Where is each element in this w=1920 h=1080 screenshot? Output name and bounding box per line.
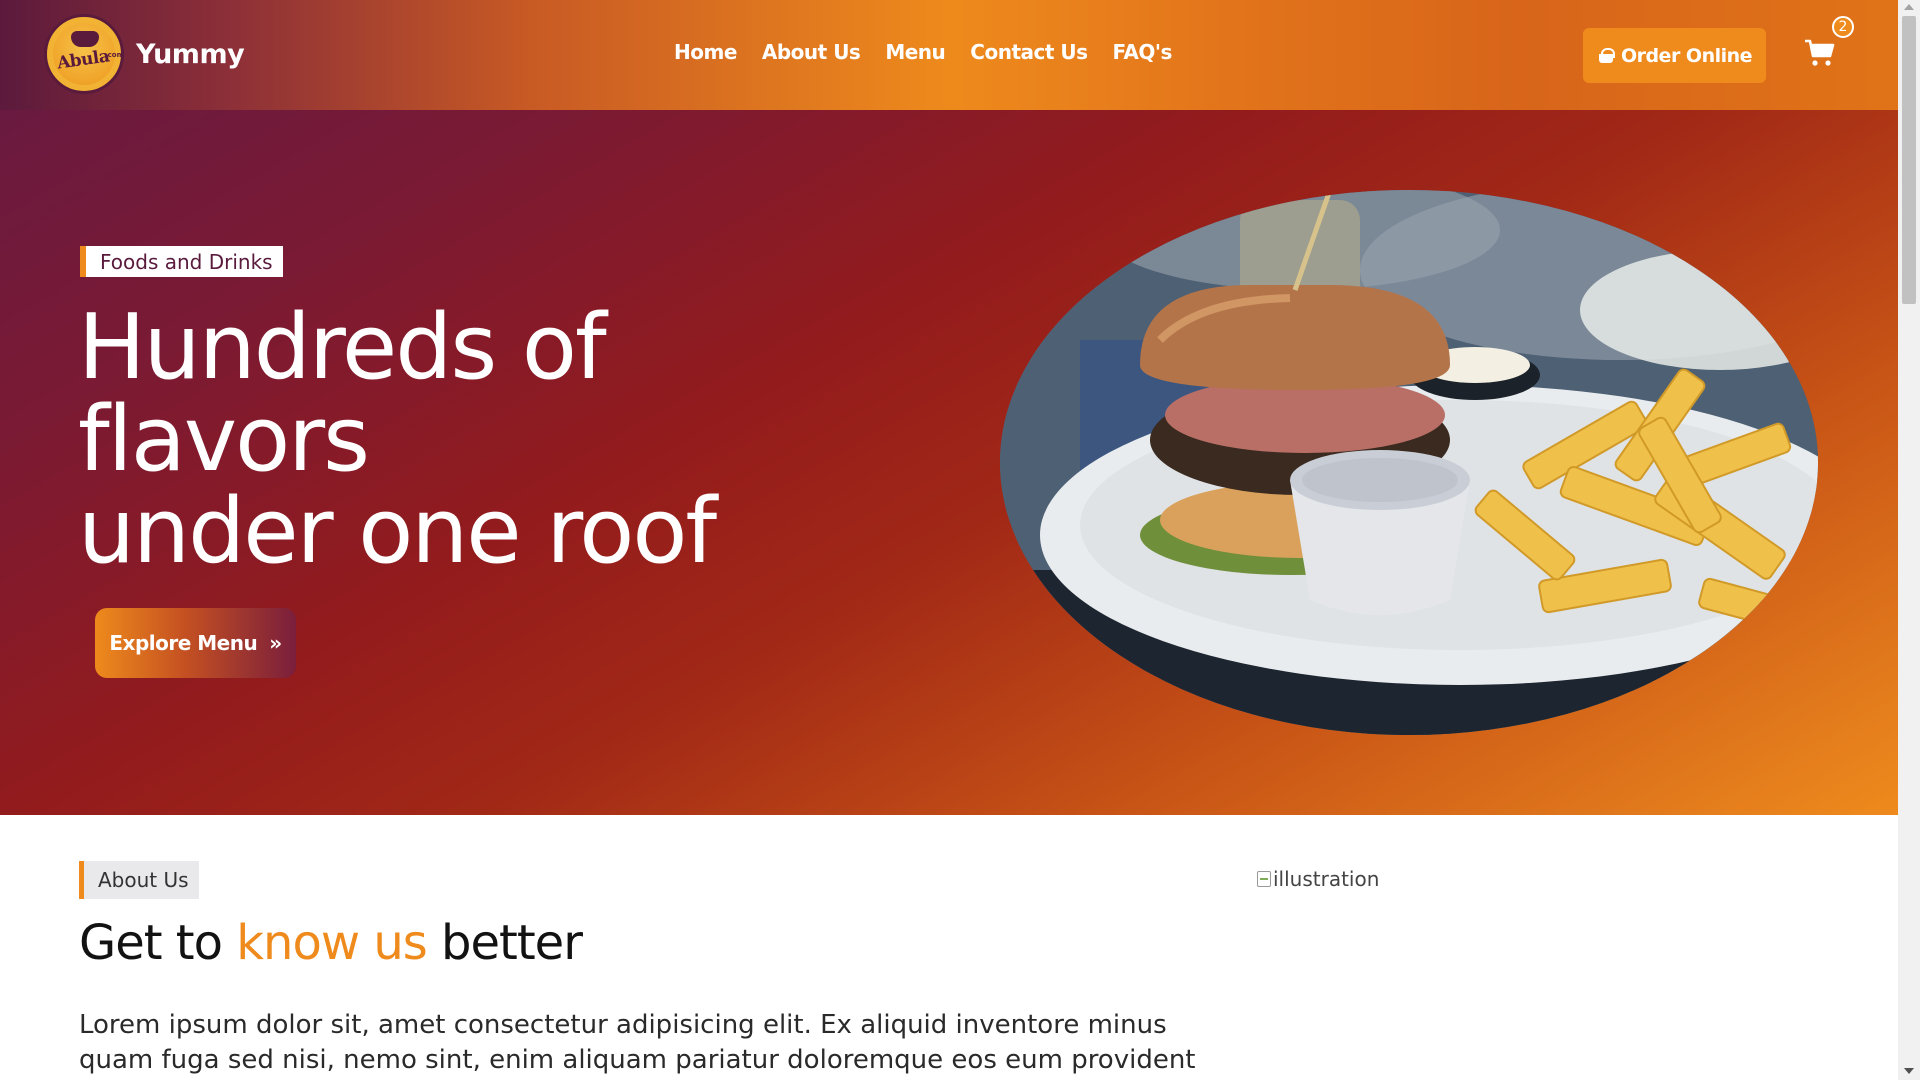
nav-link-home[interactable]: Home [674,40,737,64]
nav-link-menu[interactable]: Menu [885,40,945,64]
illustration-alt-text: illustration [1273,867,1380,891]
about-tag: About Us [79,861,199,899]
cart-button[interactable] [1804,38,1838,72]
hero-title: Hundreds of flavors under one roof [78,302,798,578]
hero-title-line-1: Hundreds of [78,295,607,400]
nav-link-faq[interactable]: FAQ's [1113,40,1173,64]
navbar: Abula .com Yummy Home About Us Menu Cont… [0,0,1898,110]
hero-title-line-3: under one roof [78,479,717,584]
about-title-accent: know us [236,915,428,971]
scrollbar-thumb[interactable] [1902,16,1916,304]
cart-count-badge: 2 [1832,16,1854,38]
order-online-button[interactable]: Order Online [1583,28,1766,83]
about-section: About Us Get to know us better Lorem ips… [0,815,1898,1080]
main-nav: Home About Us Menu Contact Us FAQ's [674,40,1172,64]
burger-fries-illustration [1000,190,1818,735]
nav-link-about[interactable]: About Us [762,40,861,64]
logo-suffix: .com [105,51,124,59]
hero-tag: Foods and Drinks [80,246,283,277]
explore-menu-label: Explore Menu [109,631,258,655]
cart-icon [1805,39,1835,66]
about-title: Get to know us better [79,915,583,971]
hero-section: Foods and Drinks Hundreds of flavors und… [0,110,1898,815]
about-illustration-image: illustration [1257,867,1379,891]
hero-title-line-2: flavors [78,387,370,492]
logo-pot-icon [71,31,99,47]
explore-menu-button[interactable]: Explore Menu » [95,608,296,678]
page-scrollbar[interactable] [1898,0,1920,1080]
about-title-start: Get to [79,915,237,971]
brand[interactable]: Abula .com Yummy [44,14,245,94]
hero-food-image [1000,190,1818,735]
brand-name[interactable]: Yummy [136,39,245,70]
broken-image-icon [1257,871,1271,887]
order-online-label: Order Online [1620,44,1753,67]
basket-icon [1597,47,1615,64]
about-title-end: better [426,915,583,971]
nav-link-contact[interactable]: Contact Us [970,40,1088,64]
scroll-up-arrow-icon[interactable] [1904,4,1914,10]
double-chevron-right-icon: » [269,631,282,655]
scroll-down-arrow-icon[interactable] [1904,1068,1914,1074]
brand-logo[interactable]: Abula .com [44,14,124,94]
about-body-text: Lorem ipsum dolor sit, amet consectetur … [79,1010,1196,1075]
